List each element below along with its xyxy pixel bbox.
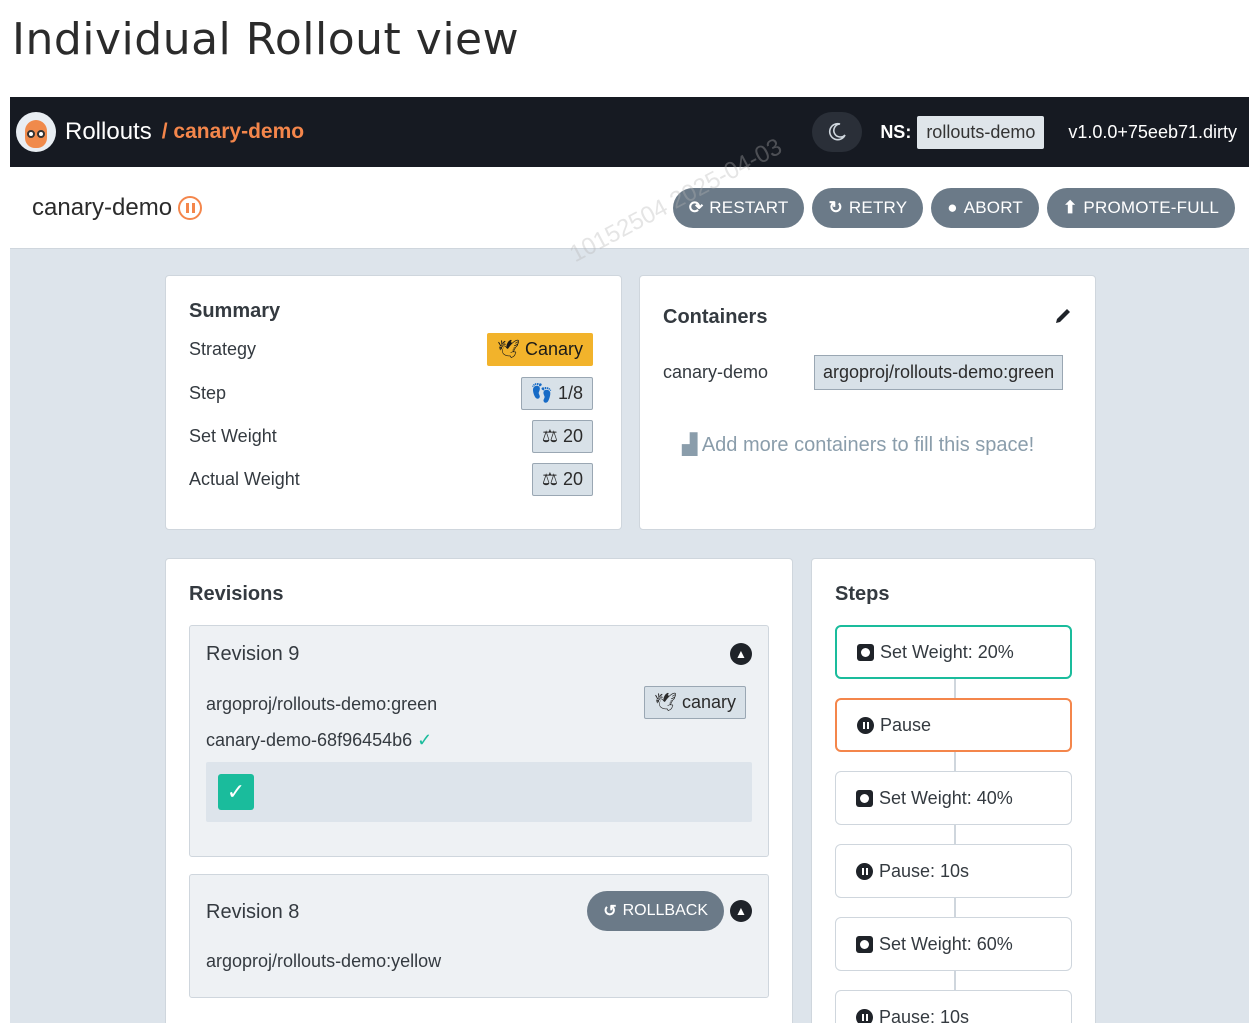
actual-weight-row: Actual Weight ⚖ 20: [189, 463, 593, 496]
restart-label: RESTART: [709, 197, 789, 217]
revision-title: Revision 8: [206, 901, 300, 923]
pencil-icon[interactable]: [1053, 306, 1073, 326]
actual-weight-value: 20: [562, 469, 583, 489]
cubes-icon: ▟: [682, 434, 698, 456]
step-label: Set Weight: 60%: [879, 933, 1013, 954]
set-weight-badge: ⚖ 20: [531, 420, 593, 453]
moon-icon: [829, 122, 847, 141]
add-containers-hint: ▟ Add more containers to fill this space…: [682, 432, 1034, 457]
revisions-card: Revisions Revision 9 ▲ argoproj/rollouts…: [165, 558, 793, 1023]
step-set-weight[interactable]: Set Weight: 60%: [835, 917, 1072, 971]
replicaset-name[interactable]: canary-demo-68f96454b6 ✓: [206, 730, 432, 751]
weight-icon: [856, 935, 873, 953]
balance-scale-icon: ⚖: [541, 426, 558, 446]
rollback-button[interactable]: ↺ ROLLBACK: [587, 891, 724, 931]
namespace-select[interactable]: rollouts-demo: [917, 115, 1045, 149]
container-image-field[interactable]: argoproj/rollouts-demo:green: [814, 355, 1064, 390]
canary-tag: 🕊 canary: [644, 686, 746, 719]
step-row: Step 👣 1/8: [189, 377, 593, 410]
summary-title: Summary: [189, 300, 281, 322]
redo-icon: ↻: [828, 197, 843, 217]
strategy-row: Strategy 🕊 Canary: [189, 333, 593, 366]
brand-title[interactable]: Rollouts: [65, 118, 152, 146]
rollout-header: canary-demo ⟳ RESTART ↻ RETRY ● ABORT ⬆ …: [10, 167, 1249, 249]
exclamation-circle-icon: ●: [947, 197, 958, 217]
pause-icon: [856, 862, 873, 880]
argo-logo-icon[interactable]: [16, 112, 56, 152]
step-label: Pause: 10s: [879, 860, 970, 881]
set-weight-label: Set Weight: [189, 426, 277, 446]
containers-title: Containers: [663, 306, 768, 328]
step-badge: 👣 1/8: [520, 377, 593, 410]
shoe-prints-icon: 👣: [530, 383, 553, 403]
arrow-up-circle-icon: ⬆: [1062, 197, 1078, 217]
promote-full-label: PROMOTE-FULL: [1083, 197, 1219, 217]
rollout-name: canary-demo: [32, 193, 173, 221]
step-label: Step: [189, 383, 227, 403]
revisions-title: Revisions: [189, 583, 284, 605]
strategy-label: Strategy: [189, 339, 257, 359]
replicaset-label: canary-demo-68f96454b6: [206, 730, 413, 750]
abort-label: ABORT: [963, 197, 1023, 217]
retry-label: RETRY: [848, 197, 908, 217]
container-name: canary-demo: [663, 362, 769, 382]
namespace-label: NS:: [880, 121, 912, 142]
breadcrumb-rollout: / canary-demo: [161, 120, 305, 143]
step-value: 1/8: [557, 383, 583, 403]
top-navbar: Rollouts / canary-demo NS: rollouts-demo…: [10, 97, 1249, 167]
steps-card: Steps Set Weight: 20% Pause Set Weight: …: [811, 558, 1096, 1023]
step-set-weight[interactable]: Set Weight: 20%: [835, 625, 1072, 679]
revision-image: argoproj/rollouts-demo:green: [206, 694, 438, 714]
summary-card: Summary Strategy 🕊 Canary Step 👣 1/8 Set…: [165, 275, 622, 530]
chevron-up-icon[interactable]: ▲: [730, 643, 752, 665]
strategy-value: Canary: [524, 339, 583, 359]
revision-title: Revision 9: [206, 643, 300, 665]
restart-button[interactable]: ⟳ RESTART: [672, 187, 805, 228]
step-pause[interactable]: Pause: [835, 698, 1072, 752]
step-pause[interactable]: Pause: 10s: [835, 990, 1072, 1023]
steps-title: Steps: [835, 583, 890, 605]
step-label: Set Weight: 40%: [879, 787, 1013, 808]
step-label: Pause: 10s: [879, 1006, 970, 1023]
balance-scale-icon: ⚖: [541, 469, 558, 489]
page-title: Individual Rollout view: [12, 14, 520, 65]
rollouts-app: 10152504 2025-04-03 Rollouts / canary-de…: [10, 97, 1249, 1023]
step-label: Set Weight: 20%: [880, 641, 1014, 662]
set-weight-row: Set Weight ⚖ 20: [189, 420, 593, 453]
undo-icon: ↺: [603, 903, 617, 920]
set-weight-value: 20: [562, 426, 583, 446]
containers-card: Containers canary-demo argoproj/rollouts…: [639, 275, 1096, 530]
step-label: Pause: [880, 714, 932, 735]
dove-icon: 🕊: [497, 339, 520, 359]
theme-toggle-button[interactable]: [812, 112, 863, 152]
abort-button[interactable]: ● ABORT: [931, 187, 1039, 228]
version-label: v1.0.0+75eeb71.dirty: [1068, 121, 1237, 142]
actual-weight-label: Actual Weight: [189, 469, 300, 489]
dove-icon: 🕊: [654, 692, 677, 712]
pods-row: ✓: [206, 762, 752, 822]
weight-icon: [857, 643, 874, 661]
strategy-badge: 🕊 Canary: [487, 333, 593, 366]
step-pause[interactable]: Pause: 10s: [835, 844, 1072, 898]
revision-item: Revision 9 ▲ argoproj/rollouts-demo:gree…: [189, 625, 769, 857]
weight-icon: [856, 789, 873, 807]
revision-item: Revision 8 ↺ ROLLBACK ▲ argoproj/rollout…: [189, 874, 769, 998]
revision-image: argoproj/rollouts-demo:yellow: [206, 951, 442, 971]
add-containers-text: Add more containers to fill this space!: [701, 434, 1035, 456]
step-set-weight[interactable]: Set Weight: 40%: [835, 771, 1072, 825]
pause-icon: [857, 716, 874, 734]
pod-healthy-icon[interactable]: ✓: [218, 774, 254, 810]
promote-full-button[interactable]: ⬆ PROMOTE-FULL: [1046, 187, 1235, 228]
pause-circle-icon: [178, 195, 203, 220]
canary-tag-label: canary: [681, 692, 736, 712]
check-circle-icon: ✓: [417, 730, 433, 750]
refresh-icon: ⟳: [688, 197, 704, 217]
chevron-up-icon[interactable]: ▲: [730, 900, 752, 922]
retry-button[interactable]: ↻ RETRY: [812, 187, 924, 228]
rollback-label: ROLLBACK: [622, 902, 708, 919]
pause-icon: [856, 1008, 873, 1023]
actual-weight-badge: ⚖ 20: [531, 463, 593, 496]
